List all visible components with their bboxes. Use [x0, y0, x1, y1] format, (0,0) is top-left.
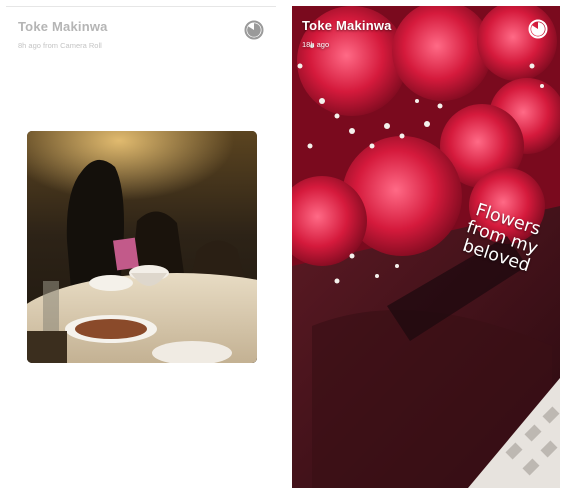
story-panel-camera-roll[interactable]: Toke Makinwa 8h ago from Camera Roll: [6, 6, 276, 489]
story-timestamp: 8h ago from Camera Roll: [18, 41, 102, 50]
story-header: Toke Makinwa 8h ago from Camera Roll: [6, 7, 276, 55]
restaurant-photo: [27, 131, 257, 363]
snap-timer-icon[interactable]: [244, 20, 264, 40]
story-timestamp: 18h ago: [302, 40, 330, 49]
story-panel-roses[interactable]: Toke Makinwa 18h ago Flowers from my bel…: [292, 6, 560, 488]
story-header: Toke Makinwa 18h ago: [292, 6, 560, 54]
snap-timer-icon[interactable]: [528, 19, 548, 39]
story-user-name: Toke Makinwa: [18, 19, 108, 34]
story-user-name: Toke Makinwa: [302, 18, 392, 33]
